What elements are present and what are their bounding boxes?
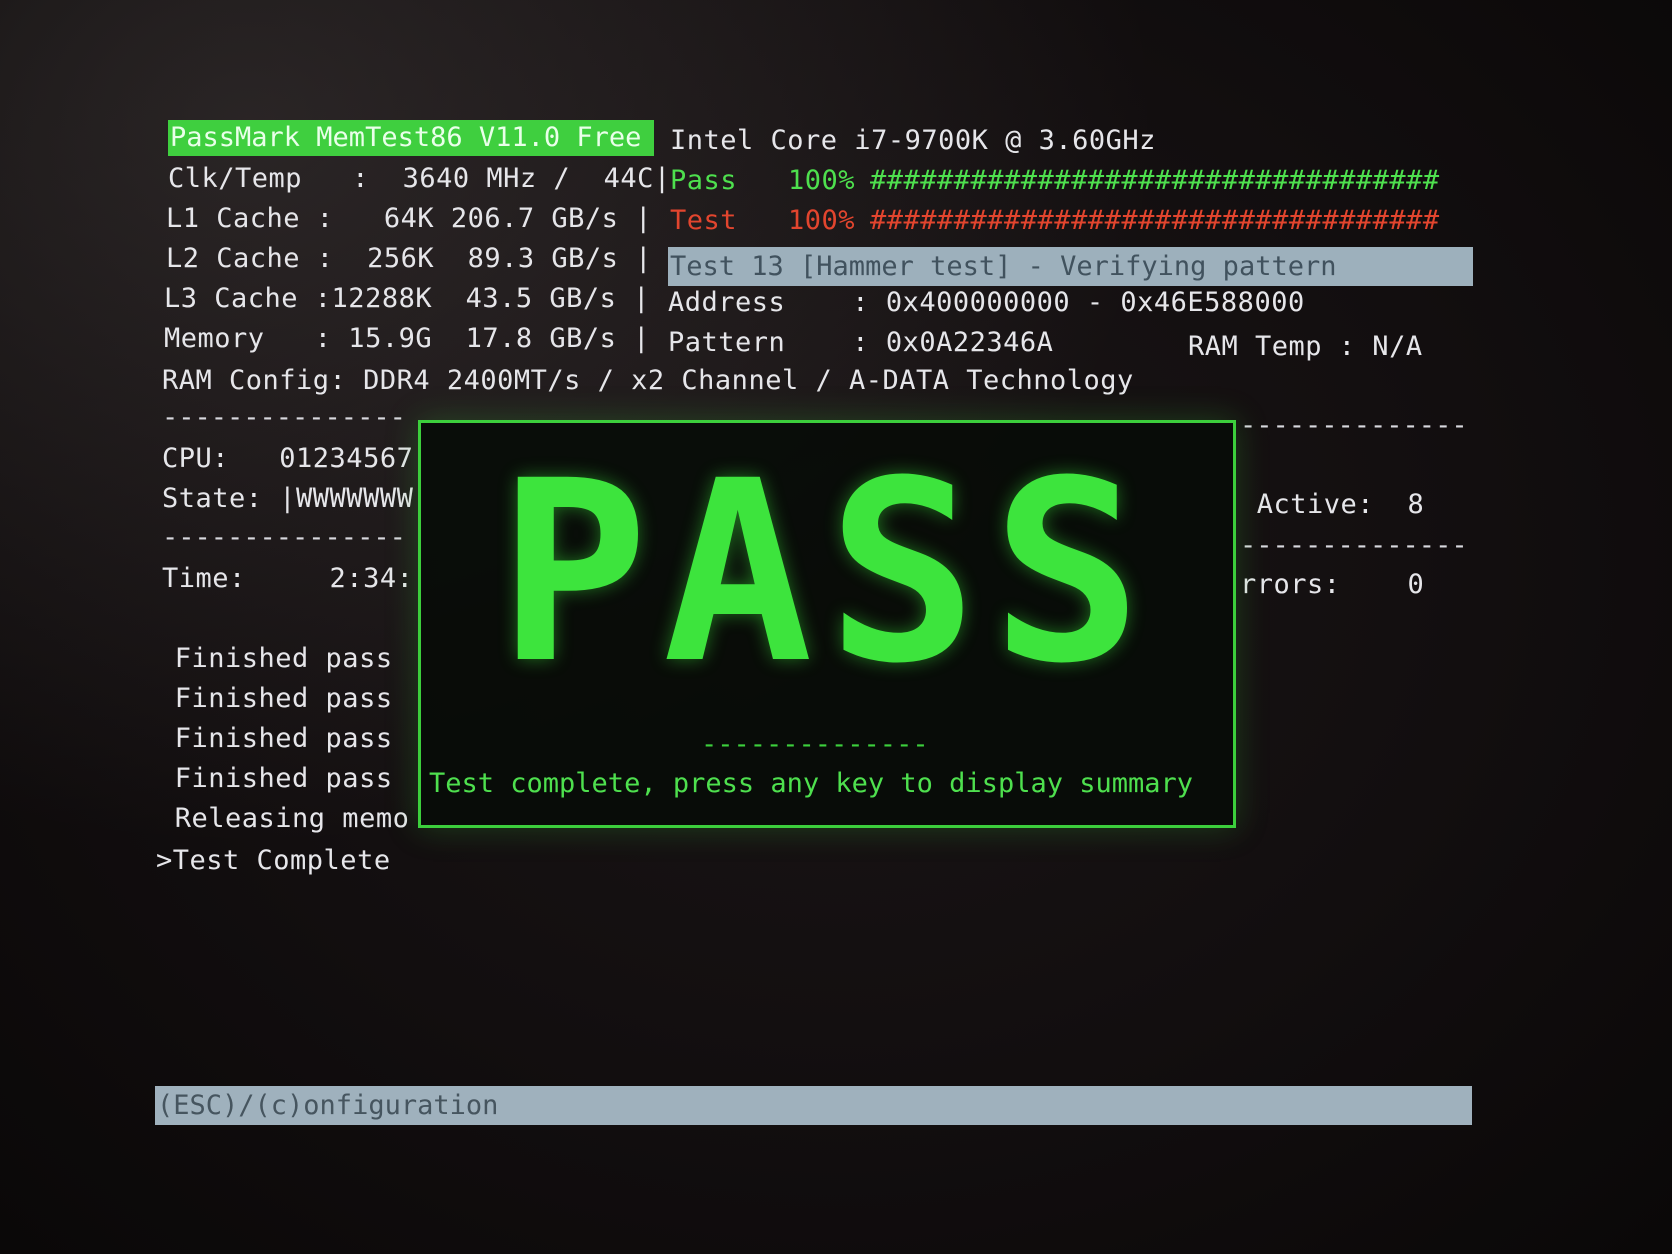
log-line: Finished pass (158, 683, 393, 714)
left-divider-2: --------------- (162, 522, 406, 553)
active-row: Active: 8 (1240, 489, 1425, 520)
current-test-bar: Test 13 [Hammer test] - Verifying patter… (668, 247, 1473, 286)
l1-cache-row: L1 Cache : 64K 206.7 GB/s | (166, 203, 652, 234)
log-line: Releasing memo (158, 803, 410, 834)
log-line-current: >Test Complete (156, 845, 391, 876)
right-divider-1: -------------- (1240, 410, 1468, 441)
dialog-divider: -------------- (701, 729, 929, 760)
app-title: PassMark MemTest86 V11.0 Free (168, 120, 654, 156)
pattern-row: Pattern : 0x0A22346A (668, 327, 1054, 358)
test-progress-bar: ################################## (870, 205, 1440, 236)
test-percent: 100% (788, 205, 856, 236)
cpu-row: CPU: 01234567 (162, 443, 414, 474)
test-complete-message: Test complete, press any key to display … (429, 768, 1194, 799)
state-row: State: |WWWWWWW (162, 483, 414, 514)
errors-row: rrors: 0 (1240, 569, 1425, 600)
ram-config-row: RAM Config: DDR4 2400MT/s / x2 Channel /… (162, 365, 1134, 396)
pass-banner: PASS (497, 427, 1157, 718)
log-line: Finished pass (158, 763, 393, 794)
test-label: Test (670, 205, 738, 236)
pass-percent: 100% (788, 165, 856, 196)
log-line: Finished pass (158, 643, 393, 674)
l2-cache-row: L2 Cache : 256K 89.3 GB/s | (166, 243, 652, 274)
pass-result-dialog[interactable]: PASS -------------- Test complete, press… (418, 420, 1236, 828)
clk-temp-row: Clk/Temp : 3640 MHz / 44C| (168, 163, 671, 194)
log-line: Finished pass (158, 723, 393, 754)
memory-row: Memory : 15.9G 17.8 GB/s | (164, 323, 650, 354)
left-divider-1: --------------- (162, 402, 406, 433)
configuration-hint-bar[interactable]: (ESC)/(c)onfiguration (155, 1086, 1472, 1125)
cpu-name: Intel Core i7-9700K @ 3.60GHz (670, 125, 1156, 156)
time-row: Time: 2:34: (162, 563, 414, 594)
pass-progress-bar: ################################## (870, 165, 1440, 196)
pass-label: Pass (670, 165, 738, 196)
address-row: Address : 0x400000000 - 0x46E588000 (668, 287, 1305, 318)
right-divider-2: -------------- (1240, 530, 1468, 561)
ram-temp: RAM Temp : N/A (1188, 331, 1423, 362)
l3-cache-row: L3 Cache :12288K 43.5 GB/s | (164, 283, 650, 314)
